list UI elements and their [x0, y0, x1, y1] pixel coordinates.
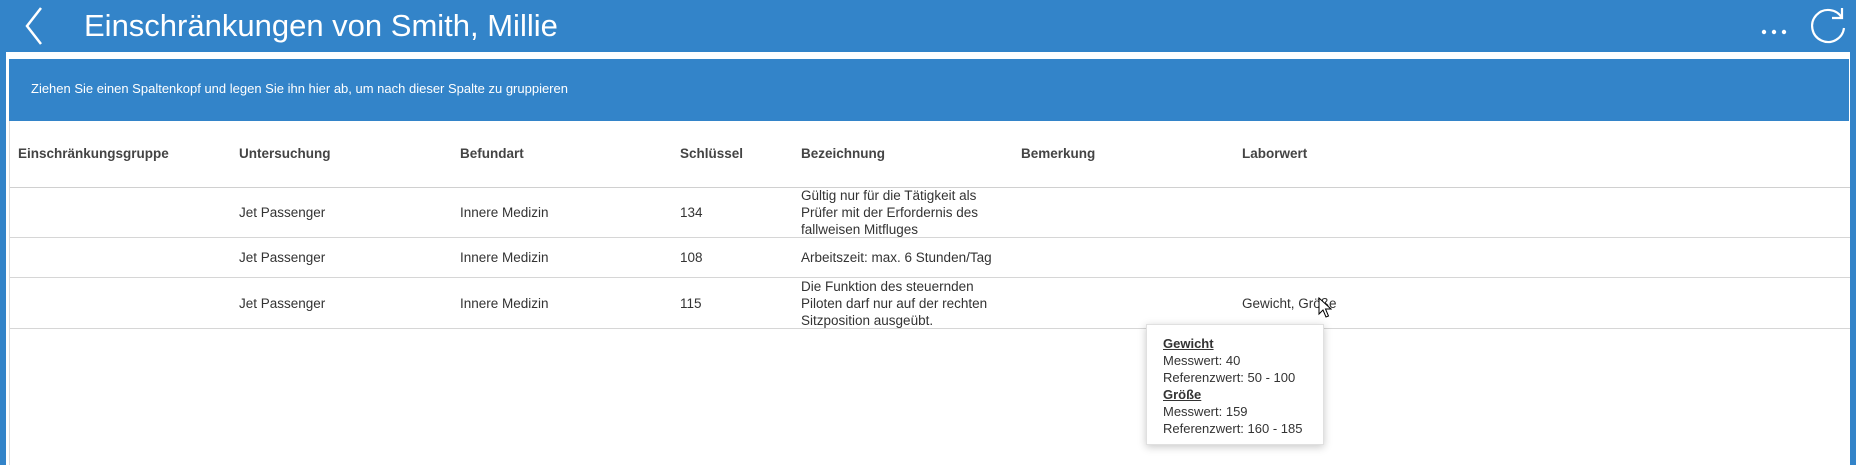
tooltip-section-title: Gewicht	[1163, 336, 1214, 351]
cell-schluessel: 108	[680, 250, 703, 265]
grid-header: Einschränkungsgruppe Untersuchung Befund…	[10, 121, 1850, 188]
cell-untersuchung: Jet Passenger	[239, 204, 326, 220]
cell-schluessel: 134	[680, 204, 703, 220]
page-title: Einschränkungen von Smith, Millie	[84, 8, 558, 43]
column-header-schluessel[interactable]: Schlüssel	[680, 121, 743, 187]
cell-schluessel: 115	[680, 295, 702, 311]
tooltip-messwert: Messwert: 40	[1163, 353, 1241, 368]
column-header-untersuchung[interactable]: Untersuchung	[239, 121, 331, 187]
cell-untersuchung: Jet Passenger	[239, 295, 326, 311]
tooltip-section-title: Größe	[1163, 387, 1202, 402]
cell-befundart: Innere Medizin	[460, 295, 549, 311]
group-panel-hint: Ziehen Sie einen Spaltenkopf und legen S…	[31, 81, 568, 96]
group-drop-panel[interactable]: Ziehen Sie einen Spaltenkopf und legen S…	[9, 59, 1849, 121]
back-button[interactable]	[14, 6, 54, 46]
column-header-bemerkung[interactable]: Bemerkung	[1021, 121, 1095, 187]
more-icon	[1761, 29, 1787, 35]
cell-bezeichnung: Arbeitszeit: max. 6 Stunden/Tag	[801, 250, 992, 265]
laborwert-tooltip: Gewicht Messwert: 40 Referenzwert: 50 - …	[1146, 324, 1324, 445]
refresh-icon	[1811, 8, 1846, 44]
tooltip-messwert: Messwert: 159	[1163, 404, 1248, 419]
restrictions-grid: Einschränkungsgruppe Untersuchung Befund…	[9, 121, 1850, 465]
table-row[interactable]: Jet Passenger Innere Medizin 134 Gültig …	[10, 187, 1850, 238]
title-bar: Einschränkungen von Smith, Millie	[0, 0, 1856, 52]
more-button[interactable]	[1756, 14, 1792, 50]
column-header-befundart[interactable]: Befundart	[460, 121, 524, 187]
mouse-pointer-icon	[1318, 297, 1332, 318]
table-row[interactable]: Jet Passenger Innere Medizin 108 Arbeits…	[10, 238, 1850, 278]
cell-bezeichnung: Gültig nur für die Tätigkeit als Prüfer …	[801, 187, 979, 237]
cell-bezeichnung: Die Funktion des steuernden Piloten darf…	[801, 278, 988, 328]
column-header-bezeichnung[interactable]: Bezeichnung	[801, 121, 885, 187]
tooltip-referenzwert: Referenzwert: 50 - 100	[1163, 370, 1296, 385]
chevron-left-icon	[25, 7, 42, 45]
cell-befundart: Innere Medizin	[460, 204, 549, 220]
tooltip-referenzwert: Referenzwert: 160 - 185	[1163, 421, 1303, 436]
column-header-einschraenkungsgruppe[interactable]: Einschränkungsgruppe	[18, 121, 169, 187]
table-row[interactable]: Jet Passenger Innere Medizin 115 Die Fun…	[10, 278, 1850, 329]
cell-befundart: Innere Medizin	[460, 250, 549, 265]
cell-untersuchung: Jet Passenger	[239, 250, 326, 265]
refresh-button[interactable]	[1806, 4, 1850, 48]
column-header-laborwert[interactable]: Laborwert	[1242, 121, 1307, 187]
